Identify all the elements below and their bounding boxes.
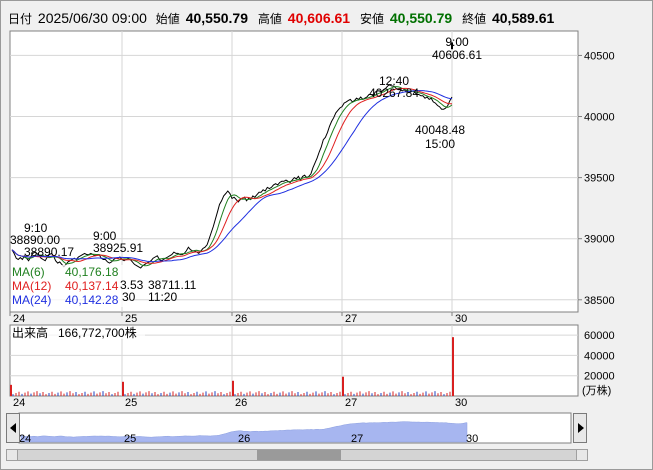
scrollbar-thumb[interactable] [257, 450, 341, 460]
chart-canvas[interactable]: 40500 40000 39500 39000 38500 24 25 26 27 30 MA(6)… [0, 0, 653, 470]
price-x-tick-label: 26 [235, 313, 247, 325]
volume-x-tick-label: 30 [455, 397, 467, 409]
volume-y-tick-label: 40000 [584, 350, 615, 362]
price-x-tick-label: 27 [345, 313, 357, 325]
price-y-tick-label: 40000 [584, 112, 615, 124]
price-y-tick-label: 39500 [584, 173, 615, 185]
price-x-tick-label: 30 [455, 313, 467, 325]
price-annotation-label: 38890.17 [24, 245, 74, 259]
volume-x-tick-label: 26 [235, 397, 247, 409]
price-annotation-label: 11:20 [148, 290, 177, 304]
price-x-tick-label: 24 [13, 313, 25, 325]
overview-panel[interactable]: 24 25 26 27 30 [18, 412, 572, 445]
volume-x-tick-label: 24 [13, 397, 25, 409]
price-annotation-label: 15:00 [425, 137, 455, 151]
volume-legend-total: 166,772,700株 [58, 325, 137, 340]
price-annotation-label: 38925.91 [93, 241, 143, 255]
scroll-right-arrow[interactable] [576, 450, 587, 460]
price-y-tick-label: 39000 [584, 234, 615, 246]
ma-legend-name: MA(12) [12, 279, 51, 293]
overview-x-label: 30 [466, 433, 478, 445]
volume-x-tick-label: 27 [345, 397, 357, 409]
volume-y-tick-label: 60000 [584, 330, 615, 342]
volume-x-tick-label: 25 [125, 397, 137, 409]
overview-x-label: 27 [351, 433, 363, 445]
price-panel[interactable]: 40500 40000 39500 39000 38500 24 25 26 27 30 MA(6)… [9, 30, 615, 325]
ma-legend-name: MA(24) [12, 293, 51, 307]
price-annotation-label: 38890.00 [10, 233, 60, 247]
ma-legend-value: 40,142.28 [65, 293, 119, 307]
ma-legend-name: MA(6) [12, 265, 45, 279]
volume-y-tick-label: 20000 [584, 371, 615, 383]
scroll-left-arrow[interactable] [7, 450, 18, 460]
price-annotation-label: 40048.48 [415, 123, 465, 137]
volume-legend-name: 出来高 [12, 325, 48, 340]
price-x-tick-label: 25 [125, 313, 137, 325]
chevron-left-icon [10, 423, 16, 433]
volume-panel[interactable]: 60000 40000 20000(万株) 24 25 26 27 30 出来高 166,772,… [9, 324, 615, 409]
horizontal-scrollbar[interactable] [6, 449, 588, 461]
volume-unit-label: (万株) [582, 383, 611, 397]
overview-x-label: 25 [124, 433, 136, 445]
price-y-tick-label: 38500 [584, 295, 615, 307]
pan-right-button[interactable] [573, 413, 587, 443]
ma-legend-value: 40,176.18 [65, 265, 119, 279]
overview-x-label: 24 [19, 433, 31, 445]
chevron-right-icon [578, 423, 584, 433]
price-annotation-label: 40606.61 [432, 48, 482, 62]
price-y-tick-label: 40500 [584, 50, 615, 62]
price-annotation-label: 40267.84 [369, 86, 419, 100]
ma-legend-value: 40,137.14 [65, 279, 119, 293]
price-annotation-label: 9:00 [445, 35, 469, 49]
overview-x-label: 26 [238, 433, 250, 445]
price-annotation-label: 30 [122, 290, 136, 304]
pan-left-button[interactable] [6, 413, 20, 443]
